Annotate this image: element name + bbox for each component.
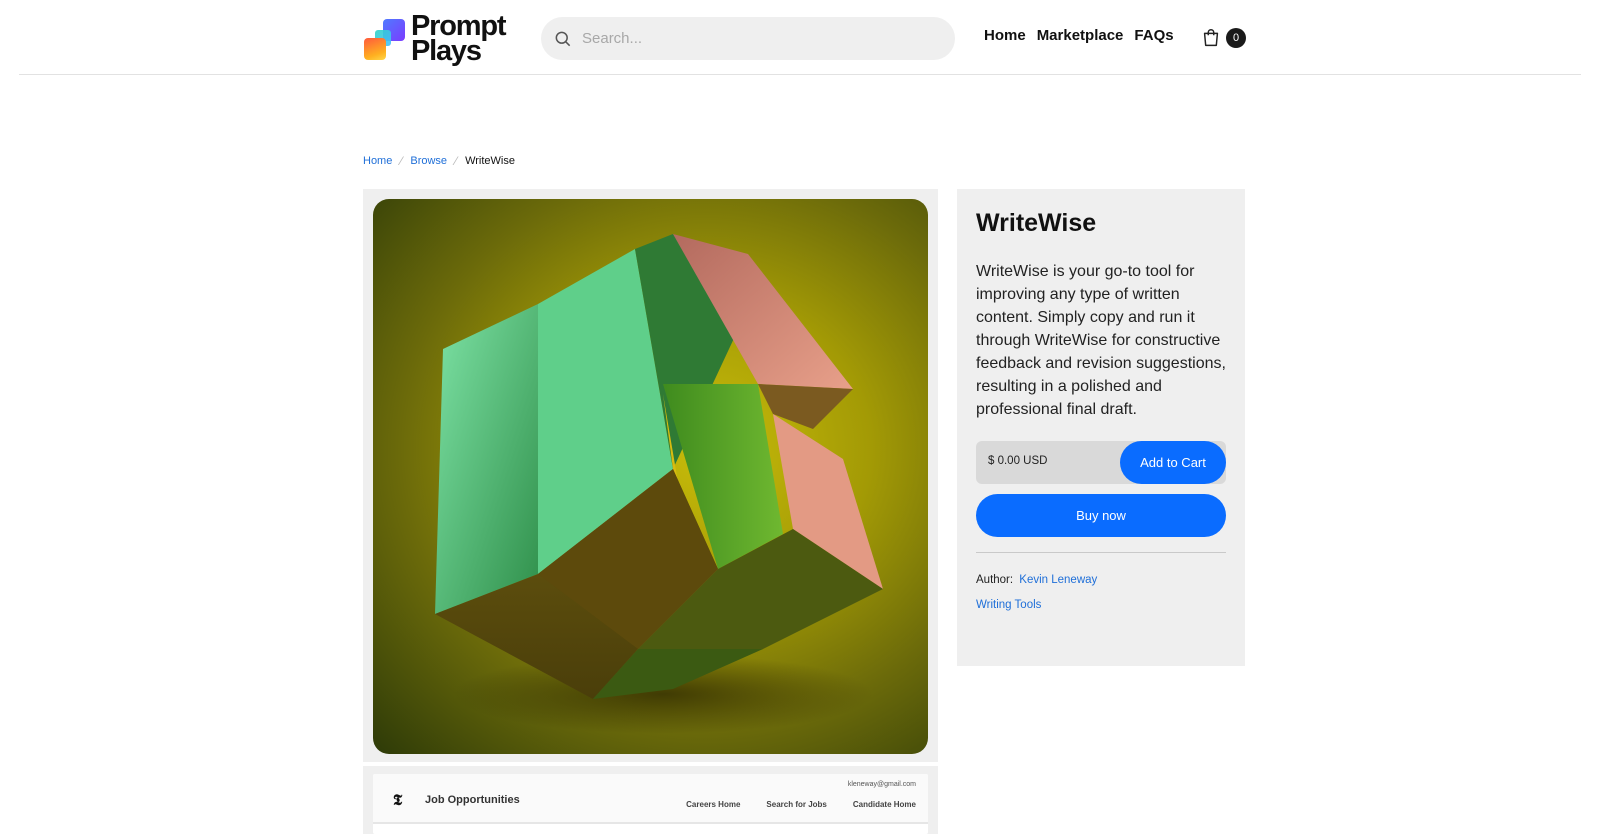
logo-wordmark: Prompt Plays <box>411 12 507 67</box>
product-title: WriteWise <box>976 209 1097 237</box>
breadcrumb-current: WriteWise <box>465 155 515 167</box>
breadcrumb-separator: ⁄ <box>455 154 458 168</box>
category-link[interactable]: Writing Tools <box>976 599 1041 611</box>
breadcrumb-browse[interactable]: Browse <box>410 155 447 167</box>
search-input[interactable] <box>582 30 922 47</box>
author-link[interactable]: Kevin Leneway <box>1019 574 1097 586</box>
product-price: $ 0.00 USD <box>988 455 1048 467</box>
author-row: Author: Kevin Leneway <box>976 574 1226 586</box>
product-image[interactable] <box>373 199 928 754</box>
header-divider <box>19 74 1581 75</box>
product-description: WriteWise is your go-to tool for improvi… <box>976 263 1226 418</box>
preview-links: Careers Home Search for Jobs Candidate H… <box>686 800 916 809</box>
nav-faqs[interactable]: FAQs <box>1134 27 1173 49</box>
panel-divider <box>976 552 1226 553</box>
preview-header: 𝕿 Job Opportunities kleneway@gmail.com C… <box>373 774 928 824</box>
preview-link: Search for Jobs <box>766 800 827 809</box>
price-row: $ 0.00 USD Add to Cart <box>976 441 1226 484</box>
product-gallery <box>363 189 938 762</box>
preview-link: Careers Home <box>686 800 741 809</box>
preview-title: Job Opportunities <box>425 794 520 806</box>
nyt-logo-icon: 𝕿 <box>393 793 403 809</box>
preview-link: Candidate Home <box>852 800 916 809</box>
preview-email: kleneway@gmail.com <box>847 781 916 788</box>
cart-count-badge: 0 <box>1226 28 1246 48</box>
shopping-bag-icon <box>1203 29 1219 47</box>
product-info-panel: WriteWise WriteWise is your go-to tool f… <box>957 189 1245 666</box>
search-bar[interactable] <box>541 17 955 60</box>
search-icon <box>555 31 571 46</box>
logo-mark-icon <box>363 16 407 62</box>
nav-marketplace[interactable]: Marketplace <box>1037 27 1124 49</box>
preview-screenshot[interactable]: 𝕿 Job Opportunities kleneway@gmail.com C… <box>373 774 928 834</box>
add-to-cart-button[interactable]: Add to Cart <box>1120 441 1226 484</box>
logo-line-2: Plays <box>411 35 482 67</box>
breadcrumb-separator: ⁄ <box>400 154 403 168</box>
cart-button[interactable]: 0 <box>1200 27 1246 49</box>
product-gallery-secondary: 𝕿 Job Opportunities kleneway@gmail.com C… <box>363 766 938 834</box>
product-artwork <box>435 234 883 734</box>
site-header: Prompt Plays Home Marketplace FAQs 0 <box>0 0 1600 76</box>
author-label: Author: <box>976 574 1014 586</box>
breadcrumb: Home ⁄ Browse ⁄ WriteWise <box>363 154 515 168</box>
site-logo[interactable]: Prompt Plays <box>363 12 513 66</box>
breadcrumb-home[interactable]: Home <box>363 155 392 167</box>
main-nav: Home Marketplace FAQs <box>984 27 1174 49</box>
nav-home[interactable]: Home <box>984 27 1026 49</box>
buy-now-button[interactable]: Buy now <box>976 494 1226 537</box>
